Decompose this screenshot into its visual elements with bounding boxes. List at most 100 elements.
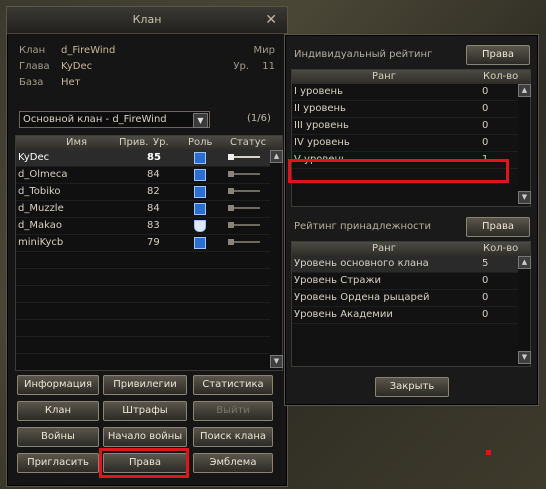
scroll-up-icon[interactable]: ▲	[270, 150, 283, 163]
member-row[interactable]: d_Olmeca 84	[16, 167, 282, 184]
member-level: 85	[147, 152, 161, 163]
rating-count: 0	[482, 103, 489, 114]
col-role[interactable]: Роль	[188, 137, 212, 148]
rating-rank: Уровень Ордена рыцарей	[294, 292, 430, 303]
rating-count: 0	[482, 120, 489, 131]
membership-table-header: Ранг Кол-во	[292, 242, 530, 256]
rating-row[interactable]: I уровень 0	[292, 84, 530, 101]
member-name: d_Olmeca	[18, 169, 68, 180]
status-sword-icon	[228, 154, 260, 160]
clan-label: Клан	[19, 45, 46, 56]
emblem-button[interactable]: Эмблема	[193, 453, 273, 473]
rating-rank: II уровень	[294, 103, 346, 114]
status-sword-icon	[228, 239, 260, 245]
member-row[interactable]: d_Tobiko 82	[16, 184, 282, 201]
rating-count: 0	[482, 292, 489, 303]
member-name: KyDec	[18, 152, 50, 163]
clan-window-titlebar[interactable]: Клан ✕	[7, 7, 287, 34]
member-row[interactable]: d_Makao 83	[16, 218, 282, 235]
shield-icon[interactable]	[194, 220, 206, 232]
red-marker	[486, 450, 491, 455]
leader-label: Глава	[19, 61, 50, 72]
sword-icon[interactable]	[194, 169, 206, 181]
scroll-up-icon[interactable]: ▲	[518, 256, 531, 269]
clan-button[interactable]: Клан	[17, 401, 99, 421]
wars-button[interactable]: Войны	[17, 427, 99, 447]
rights-highlight	[99, 448, 189, 478]
rating-rank: Уровень Стражи	[294, 275, 382, 286]
clan-window-title: Клан	[132, 13, 162, 26]
col-status[interactable]: Статус	[230, 137, 266, 148]
individual-table-header: Ранг Кол-во	[292, 70, 530, 84]
chevron-down-icon[interactable]: ▼	[193, 113, 208, 128]
rating-rank: I уровень	[294, 86, 343, 97]
member-name: d_Muzzle	[18, 203, 64, 214]
scroll-up-icon[interactable]: ▲	[518, 84, 531, 97]
col-priv[interactable]: Прив.	[119, 137, 148, 148]
status-sword-icon	[228, 171, 260, 177]
individual-rights-button[interactable]: Права	[466, 45, 530, 65]
member-level: 84	[147, 203, 160, 214]
member-count: (1/6)	[247, 113, 271, 124]
scroll-down-icon[interactable]: ▼	[270, 355, 283, 368]
rating-window: Индивидуальный рейтинг Права Ранг Кол-во…	[284, 34, 539, 406]
col-level[interactable]: Ур.	[153, 137, 169, 148]
info-button[interactable]: Информация	[17, 375, 99, 395]
col-count[interactable]: Кол-во	[483, 243, 518, 254]
sword-icon[interactable]	[194, 152, 206, 164]
member-row[interactable]: d_Muzzle 84	[16, 201, 282, 218]
membership-scrollbar[interactable]: ▲ ▼	[518, 256, 531, 364]
membership-rating-table: Ранг Кол-во Уровень основного клана 5 Уров…	[291, 241, 531, 367]
stats-button[interactable]: Статистика	[193, 375, 273, 395]
scroll-down-icon[interactable]: ▼	[518, 351, 531, 364]
start-war-button[interactable]: Начало войны	[103, 427, 187, 447]
leave-button[interactable]: Выйти	[193, 401, 273, 421]
members-table: Имя Прив. Ур. Роль Статус KyDec 85 d_Olmec…	[15, 135, 283, 371]
search-clan-button[interactable]: Поиск клана	[193, 427, 273, 447]
status-sword-icon	[228, 222, 260, 228]
sword-icon[interactable]	[194, 186, 206, 198]
rating-rank: Уровень основного клана	[294, 258, 429, 269]
sword-icon[interactable]	[194, 203, 206, 215]
member-level: 79	[147, 237, 160, 248]
member-name: d_Tobiko	[18, 186, 61, 197]
member-name: miniKycb	[18, 237, 64, 248]
scroll-down-icon[interactable]: ▼	[518, 191, 531, 204]
individual-rating-table: Ранг Кол-во I уровень 0 II уровень 0 III уро…	[291, 69, 531, 207]
member-row[interactable]: miniKycb 79	[16, 235, 282, 252]
rating-row[interactable]: Уровень Академии 0	[292, 307, 530, 324]
rating-row[interactable]: Уровень Ордена рыцарей 0	[292, 290, 530, 307]
level-value: 11	[262, 61, 275, 72]
status-sword-icon	[228, 188, 260, 194]
clan-info: Клан d_FireWind Мир Глава KyDec Ур. 11 Б…	[19, 45, 275, 93]
leader-value: KyDec	[61, 61, 93, 72]
invite-button[interactable]: Пригласить	[17, 453, 99, 473]
close-icon[interactable]: ✕	[265, 7, 277, 33]
privileges-button[interactable]: Привилегии	[103, 375, 187, 395]
penalties-button[interactable]: Штрафы	[103, 401, 187, 421]
col-rank[interactable]: Ранг	[372, 243, 396, 254]
sword-icon[interactable]	[194, 237, 206, 249]
rating-row[interactable]: II уровень 0	[292, 101, 530, 118]
individual-scrollbar[interactable]: ▲ ▼	[518, 84, 531, 204]
rating-row[interactable]: Уровень основного клана 5	[292, 256, 530, 273]
rating-row[interactable]: III уровень 0	[292, 118, 530, 135]
member-name: d_Makao	[18, 220, 62, 231]
rating-row[interactable]: IV уровень 0	[292, 135, 530, 152]
rating-row[interactable]: Уровень Стражи 0	[292, 273, 530, 290]
col-count[interactable]: Кол-во	[483, 71, 518, 82]
rating-count: 0	[482, 275, 489, 286]
member-row[interactable]: KyDec 85	[16, 150, 282, 167]
member-level: 83	[147, 220, 160, 231]
rating-count: 0	[482, 137, 489, 148]
close-button[interactable]: Закрыть	[375, 377, 449, 397]
col-name[interactable]: Имя	[66, 137, 87, 148]
members-scrollbar[interactable]: ▲ ▼	[270, 150, 283, 368]
membership-rights-button[interactable]: Права	[466, 217, 530, 237]
col-rank[interactable]: Ранг	[372, 71, 396, 82]
base-label: База	[19, 77, 44, 88]
clan-select-dropdown[interactable]: Основной клан - d_FireWind ▼	[19, 111, 210, 128]
rating-rank: IV уровень	[294, 137, 350, 148]
base-value: Нет	[61, 77, 81, 88]
member-level: 82	[147, 186, 160, 197]
